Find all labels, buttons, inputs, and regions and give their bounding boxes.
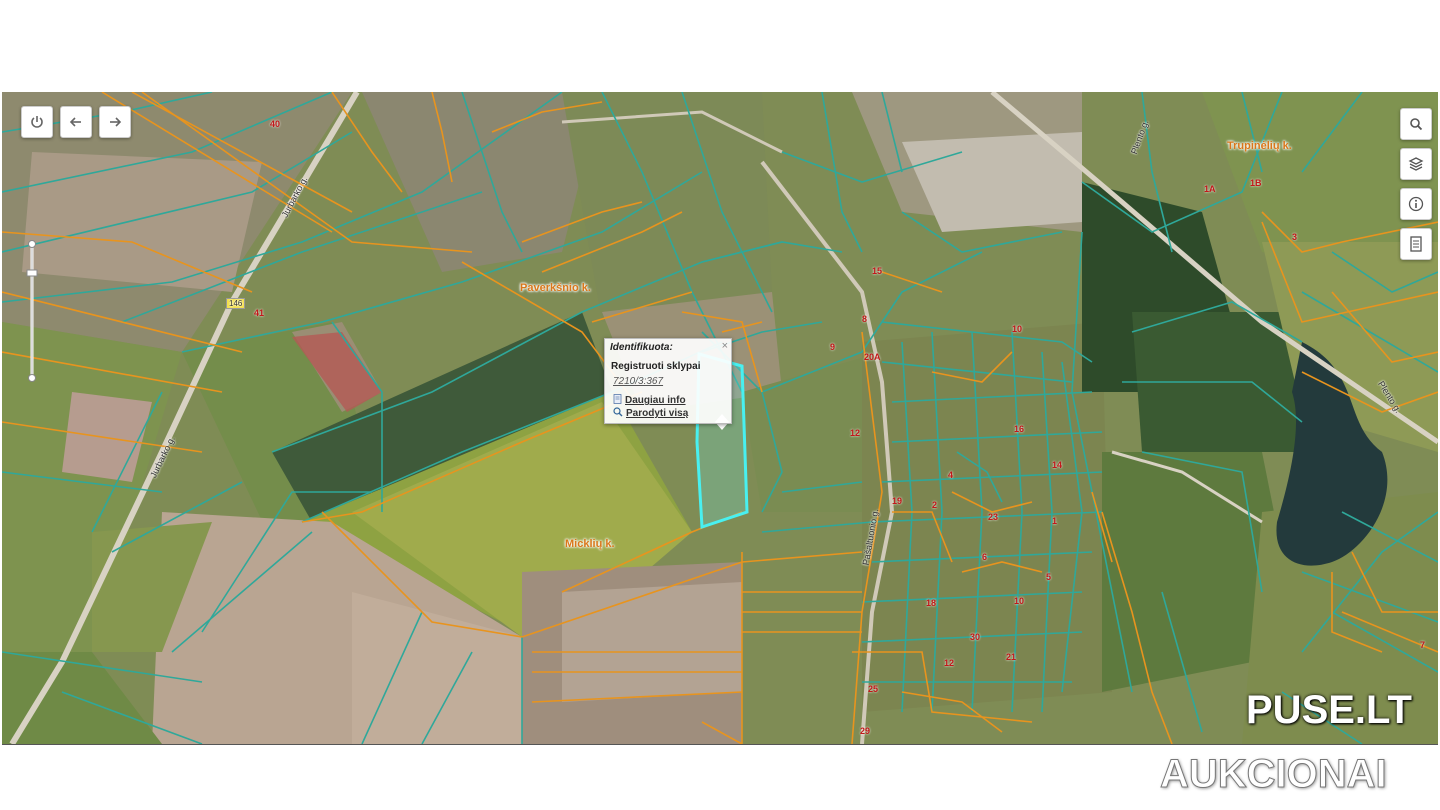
road-number-badge: 146: [226, 298, 246, 309]
house-number: 12: [944, 658, 955, 668]
watermark-line2: AUKCIONAI: [1160, 752, 1388, 797]
house-number: 9: [830, 342, 836, 352]
arrow-left-icon: [69, 115, 83, 129]
layers-button[interactable]: [1400, 148, 1432, 180]
house-number: 21: [1006, 652, 1017, 662]
info-button[interactable]: [1400, 188, 1432, 220]
place-label-trupineliu: Trupinėlių k.: [1227, 140, 1292, 152]
house-number: 23: [988, 512, 999, 522]
zoom-slider[interactable]: [26, 240, 38, 382]
show-all-link[interactable]: Parodyti visą: [613, 407, 688, 420]
house-number: 8: [862, 314, 868, 324]
house-number: 6: [982, 552, 988, 562]
map-bottom-border: [2, 744, 1438, 745]
layers-icon: [1408, 156, 1424, 172]
show-all-label: Parodyti visą: [626, 408, 689, 419]
house-number: 25: [868, 684, 879, 694]
house-number: 10: [1014, 596, 1025, 606]
arrow-right-icon: [108, 115, 122, 129]
house-number: 14: [1052, 460, 1063, 470]
watermark-line1: PUSE.LT: [1246, 688, 1412, 732]
parcel-id-link[interactable]: 7210/3:367: [613, 376, 663, 387]
document-button[interactable]: [1400, 228, 1432, 260]
house-number: 7: [1420, 640, 1426, 650]
house-number: 18: [926, 598, 937, 608]
house-number: 1: [1052, 516, 1058, 526]
house-number: 12: [850, 428, 861, 438]
popup-title: Identifikuota:: [610, 342, 673, 353]
power-button[interactable]: [21, 106, 53, 138]
search-button[interactable]: [1400, 108, 1432, 140]
identify-popup: Identifikuota: × Registruoti sklypai 721…: [604, 338, 732, 424]
search-icon: [613, 407, 623, 420]
house-number: 1B: [1250, 178, 1262, 188]
search-icon: [1409, 117, 1423, 131]
forward-button[interactable]: [99, 106, 131, 138]
place-label-payerksnio: Paverkšnio k.: [520, 282, 591, 294]
house-number: 40: [270, 119, 281, 129]
house-number: 1A: [1204, 184, 1216, 194]
back-button[interactable]: [60, 106, 92, 138]
house-number: 4: [948, 470, 954, 480]
map-viewport[interactable]: Paverkšnio k. Micklių k. Trupinėlių k. J…: [2, 92, 1438, 744]
more-info-link[interactable]: Daugiau info: [613, 394, 686, 407]
more-info-label: Daugiau info: [625, 395, 686, 406]
house-number: 15: [872, 266, 883, 276]
popup-layer-name: Registruoti sklypai: [611, 361, 701, 372]
info-icon: [1408, 196, 1424, 212]
house-number: 20A: [864, 352, 881, 362]
power-icon: [30, 115, 44, 129]
house-number: 41: [254, 308, 265, 318]
document-icon: [1409, 236, 1423, 252]
document-icon: [613, 394, 622, 407]
house-number: 30: [970, 632, 981, 642]
house-number: 2: [932, 500, 938, 510]
house-number: 16: [1014, 424, 1025, 434]
popup-close-button[interactable]: ×: [722, 340, 728, 352]
house-number: 29: [860, 726, 871, 736]
house-number: 10: [1012, 324, 1023, 334]
place-label-mickliu: Micklių k.: [565, 538, 615, 550]
house-number: 19: [892, 496, 903, 506]
house-number: 3: [1292, 232, 1298, 242]
house-number: 5: [1046, 572, 1052, 582]
